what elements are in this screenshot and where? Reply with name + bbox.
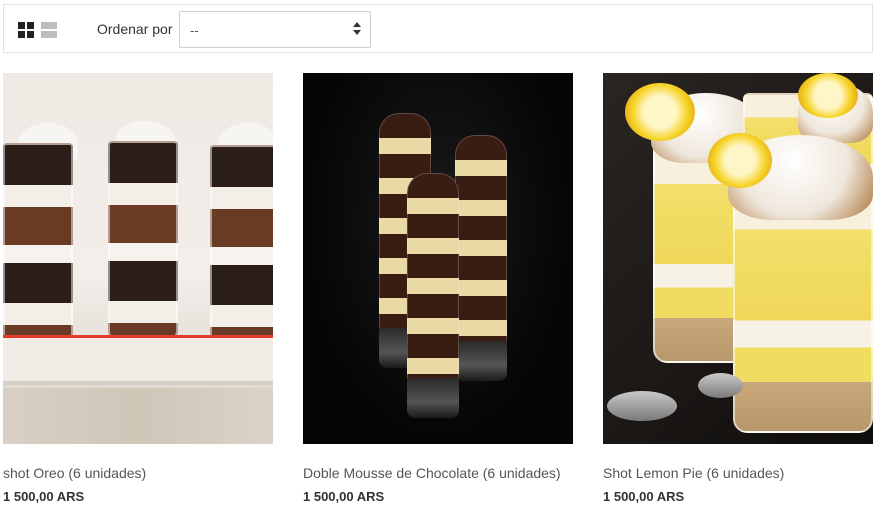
toolbar: Ordenar por -- xyxy=(3,4,873,53)
product-card: Doble Mousse de Chocolate (6 unidades) 1… xyxy=(303,73,573,504)
product-image[interactable] xyxy=(303,73,573,444)
product-card: Shot Lemon Pie (6 unidades) 1 500,00 ARS xyxy=(603,73,873,504)
select-arrows-icon xyxy=(353,22,361,36)
product-price: 1 500,00 ARS xyxy=(303,489,385,504)
product-name[interactable]: shot Oreo (6 unidades) xyxy=(3,465,146,481)
grid-view-icon[interactable] xyxy=(18,22,34,38)
list-view-icon[interactable] xyxy=(41,22,57,38)
product-card: shot Oreo (6 unidades) 1 500,00 ARS xyxy=(3,73,273,504)
product-name[interactable]: Doble Mousse de Chocolate (6 unidades) xyxy=(303,465,561,481)
sort-select[interactable]: -- xyxy=(179,11,371,48)
product-image[interactable] xyxy=(603,73,873,444)
sort-select-value: -- xyxy=(190,23,199,38)
product-name[interactable]: Shot Lemon Pie (6 unidades) xyxy=(603,465,784,481)
product-price: 1 500,00 ARS xyxy=(603,489,685,504)
sort-label: Ordenar por xyxy=(97,21,173,37)
product-price: 1 500,00 ARS xyxy=(3,489,85,504)
product-image[interactable] xyxy=(3,73,273,444)
